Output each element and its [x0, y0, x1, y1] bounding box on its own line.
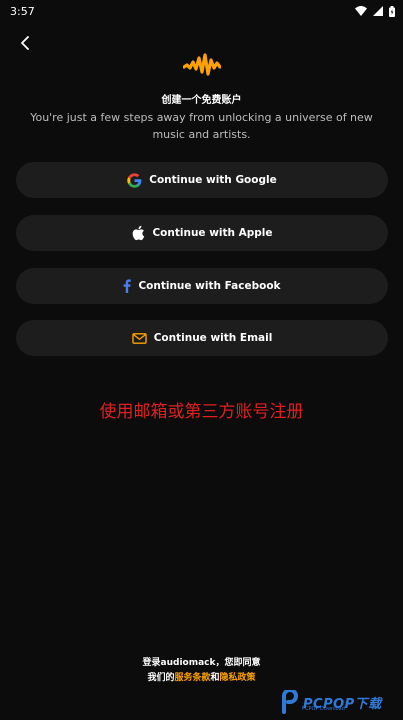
continue-with-email-button[interactable]: Continue with Email — [16, 320, 388, 356]
continue-with-google-button[interactable]: Continue with Google — [16, 162, 388, 198]
terms-and: 和 — [210, 673, 220, 683]
pcpop-watermark: PCPOP下载 PCPOP Download — [280, 684, 403, 720]
audiomack-logo — [183, 53, 221, 76]
email-button-label: Continue with Email — [153, 332, 273, 344]
annotation-caption: 使用邮箱或第三方账号注册 — [99, 402, 304, 422]
continue-with-apple-button[interactable]: Continue with Apple — [16, 215, 388, 251]
wifi-icon — [355, 6, 367, 16]
facebook-button-label: Continue with Facebook — [138, 280, 281, 292]
status-time: 3:57 — [10, 4, 35, 18]
continue-with-facebook-button[interactable]: Continue with Facebook — [16, 268, 388, 304]
privacy-policy-link[interactable]: 隐私政策 — [220, 673, 256, 683]
apple-button-label: Continue with Apple — [152, 227, 273, 239]
facebook-icon — [124, 279, 132, 293]
terms-prefix: 我们的 — [147, 673, 175, 683]
page-subtitle: You're just a few steps away from unlock… — [30, 111, 373, 141]
page-title: 创建一个免费账户 — [161, 95, 242, 106]
terms-line-1: 登录audiomack，您即同意 — [142, 658, 261, 668]
mail-icon — [132, 332, 147, 344]
status-icons — [355, 5, 395, 17]
pcpop-logo-icon — [282, 690, 299, 714]
apple-icon — [133, 225, 145, 241]
status-bar: 3:57 — [0, 0, 403, 22]
back-button[interactable] — [14, 32, 36, 54]
terms-of-service-link[interactable]: 服务条款 — [174, 673, 210, 683]
google-icon — [127, 172, 142, 188]
terms-notice: 登录audiomack，您即同意 我们的服务条款和隐私政策 — [0, 656, 403, 686]
battery-icon — [389, 5, 395, 17]
google-button-label: Continue with Google — [149, 174, 277, 186]
watermark-subtext: PCPOP Download — [302, 706, 345, 712]
chevron-left-icon — [21, 36, 29, 50]
cellular-signal-icon — [373, 6, 383, 16]
